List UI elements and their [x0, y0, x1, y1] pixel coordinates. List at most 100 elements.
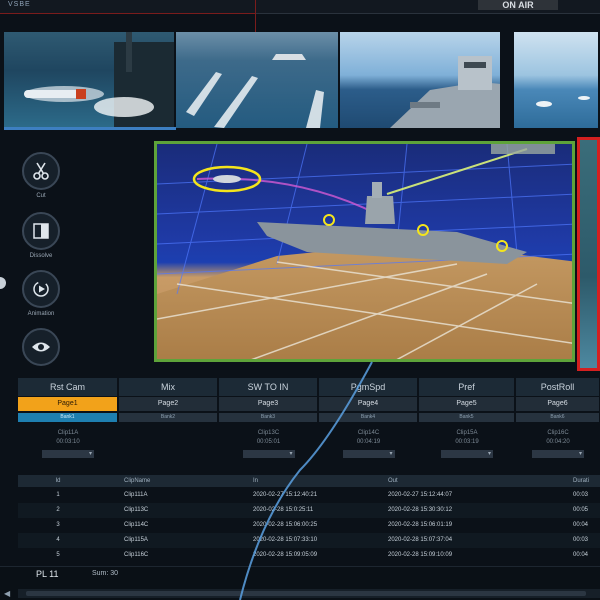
on-air-indicator[interactable]: ON AIR	[478, 0, 558, 10]
warship-tower	[372, 182, 382, 198]
tab-pref[interactable]: Pref	[419, 378, 515, 396]
flight-path	[196, 177, 378, 215]
dissolve-button[interactable]: Dissolve	[18, 212, 64, 259]
col-duration[interactable]: Durati	[573, 475, 600, 487]
thumb-boats-wakes[interactable]	[176, 32, 340, 128]
table-row[interactable]: 4 Clip115A 2020-02-28 15:07:33:10 2020-0…	[18, 533, 600, 548]
col-in[interactable]: In	[253, 475, 353, 487]
clip-duration: 00:04:19	[356, 439, 381, 445]
divider	[0, 13, 255, 14]
cut-button[interactable]: Cut	[18, 152, 64, 199]
animation-icon	[33, 281, 49, 297]
animation-label: Animation	[27, 311, 55, 317]
status-bar: PL 11 Sum: 30 ◀	[0, 566, 600, 600]
preview-monitor[interactable]	[154, 141, 575, 362]
clip-select[interactable]	[441, 450, 493, 458]
selected-source-indicator	[4, 127, 176, 130]
thumb-sea-boats[interactable]	[514, 32, 600, 128]
horizontal-scrollbar[interactable]	[18, 589, 600, 598]
target-line	[386, 148, 528, 195]
col-id[interactable]: Id	[48, 475, 68, 487]
overlay-label-box	[491, 144, 555, 154]
clip-select[interactable]	[532, 450, 584, 458]
cell-out: 2020-02-28 15:09:10:09	[388, 552, 453, 558]
cell-name: Clip111A	[124, 492, 148, 498]
page-button-5[interactable]: Page5	[419, 397, 515, 411]
thumb-destroyer-deck[interactable]	[340, 32, 502, 128]
divider	[255, 0, 256, 32]
scrollbar-thumb[interactable]	[26, 591, 586, 596]
thumb-torpedo-launch-image	[24, 32, 174, 128]
tab-postroll[interactable]: PostRoll	[516, 378, 600, 396]
bank-button-3[interactable]: Bank3	[219, 413, 318, 422]
cell-in: 2020-02-28 15:06:00:25	[253, 522, 318, 528]
dissolve-icon	[33, 223, 49, 239]
preview-eye-button[interactable]	[18, 328, 64, 366]
animation-button[interactable]: Animation	[18, 270, 64, 317]
page-button-2[interactable]: Page2	[119, 397, 218, 411]
cell-out: 2020-02-28 15:30:30:12	[388, 507, 453, 513]
cell-out: 2020-02-28 15:06:01:19	[388, 522, 453, 528]
cell-duration: 00:04	[573, 552, 589, 558]
tab-rst-cam[interactable]: Rst Cam	[18, 378, 118, 396]
cell-duration: 00:03	[573, 537, 589, 543]
clip-slot-6[interactable]: Clip16C 00:04:20	[516, 424, 600, 460]
cell-in: 2020-02-28 15:07:33:10	[253, 537, 318, 543]
cell-duration: 00:04	[573, 522, 589, 528]
thumb-boats-wakes-image	[186, 54, 324, 128]
table-row[interactable]: 3 Clip114C 2020-02-28 15:06:00:25 2020-0…	[18, 518, 600, 533]
page-button-4[interactable]: Page4	[319, 397, 418, 411]
clip-name: Clip13C	[257, 430, 280, 436]
col-out[interactable]: Out	[388, 475, 488, 487]
scroll-left-icon[interactable]: ◀	[4, 589, 10, 598]
clip-name: Clip16C	[547, 430, 569, 436]
sensor-marker	[323, 214, 335, 226]
source-thumbnails	[0, 32, 600, 128]
cell-id: 2	[56, 507, 60, 513]
clip-select[interactable]	[342, 450, 395, 458]
tab-pgmspd[interactable]: PgmSpd	[319, 378, 418, 396]
clip-duration: 00:03:10	[56, 439, 80, 445]
clip-duration: 00:05:01	[256, 439, 281, 445]
cell-id: 5	[56, 552, 60, 558]
clip-slot-5[interactable]: Clip15A 00:03:19	[419, 424, 515, 460]
table-row[interactable]: 5 Clip116C 2020-02-28 15:09:05:09 2020-0…	[18, 548, 600, 563]
thumb-torpedo-launch[interactable]	[4, 32, 176, 128]
cell-id: 4	[56, 537, 60, 543]
sum-count: Sum: 30	[92, 570, 119, 577]
page-button-3[interactable]: Page3	[219, 397, 318, 411]
clip-slot-1[interactable]: Clip11A 00:03:10	[18, 424, 118, 460]
page-button-1[interactable]: Page1	[18, 397, 118, 411]
program-monitor[interactable]	[577, 137, 600, 371]
cell-duration: 00:05	[573, 507, 589, 513]
clip-slot-4[interactable]: Clip14C 00:04:19	[319, 424, 418, 460]
tab-mix[interactable]: Mix	[119, 378, 218, 396]
cell-name: Clip114C	[124, 522, 149, 528]
bank-button-2[interactable]: Bank2	[119, 413, 218, 422]
clip-slot-3[interactable]: Clip13C 00:05:01	[219, 424, 318, 460]
table-header: Id ClipName In Out Durati	[18, 475, 600, 487]
clip-name: Clip11A	[57, 430, 79, 436]
bank-button-4[interactable]: Bank4	[319, 413, 418, 422]
bank-button-6[interactable]: Bank6	[516, 413, 600, 422]
bank-button-5[interactable]: Bank5	[419, 413, 515, 422]
table-row[interactable]: 1 Clip111A 2020-02-27 15:12:40:21 2020-0…	[18, 488, 600, 503]
thumb-destroyer-deck-image	[390, 56, 500, 128]
page-button-6[interactable]: Page6	[516, 397, 600, 411]
clip-duration: 00:03:19	[455, 439, 479, 445]
col-clipname[interactable]: ClipName	[124, 475, 184, 487]
cell-duration: 00:03	[573, 492, 589, 498]
preview-scene	[157, 144, 572, 359]
clip-select[interactable]	[242, 450, 295, 458]
bank-button-1[interactable]: Bank1	[18, 413, 118, 422]
cell-in: 2020-02-28 15:0:25:11	[253, 507, 314, 513]
panel-handle[interactable]	[0, 277, 6, 289]
table-row[interactable]: 2 Clip113C 2020-02-28 15:0:25:11 2020-02…	[18, 503, 600, 518]
cell-out: 2020-02-27 15:12:44:07	[388, 492, 453, 498]
tab-sw-to-in[interactable]: SW TO IN	[219, 378, 318, 396]
warship-mast	[365, 196, 395, 224]
clip-name: Clip14C	[357, 430, 380, 436]
thumb-sea-boats-image	[536, 96, 590, 107]
helicopter	[213, 175, 241, 183]
clip-select[interactable]	[42, 450, 94, 458]
